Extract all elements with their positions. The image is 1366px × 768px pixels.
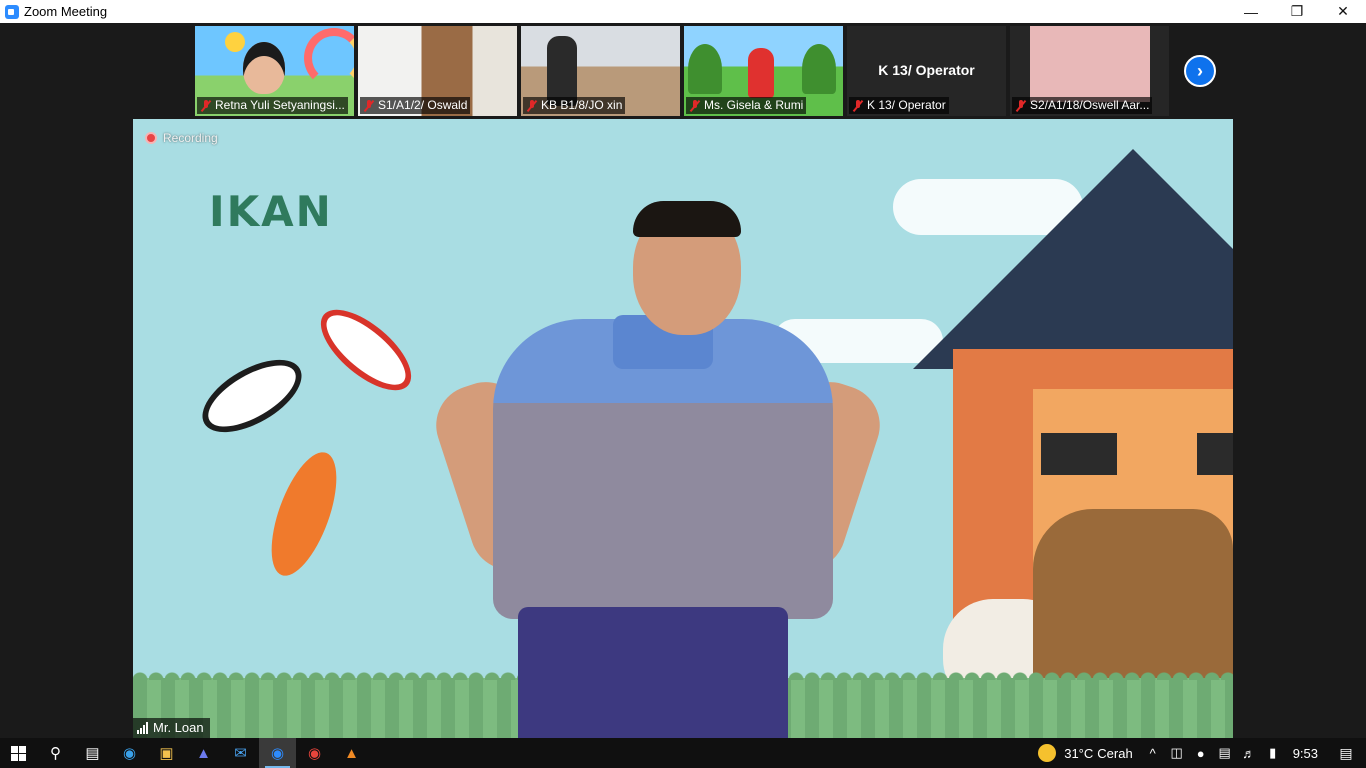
volume-icon[interactable]: ♬ — [1237, 746, 1261, 761]
file-explorer-button[interactable]: ▣ — [148, 738, 185, 768]
search-button[interactable]: ⚲ — [37, 738, 74, 768]
meeting-area: Retna Yuli Setyaningsi... S1/A1/2/ Oswal… — [0, 23, 1366, 738]
edge-icon: ◉ — [122, 745, 137, 762]
mic-muted-icon — [201, 99, 211, 112]
koi-fish-decoration — [190, 345, 314, 447]
windows-icon — [11, 745, 26, 761]
mic-muted-icon — [1016, 99, 1026, 112]
tree-decoration — [688, 44, 722, 94]
speaker-name: Mr. Loan — [153, 720, 204, 735]
participant-tile[interactable]: S2/A1/18/Oswell Aar... — [1010, 26, 1169, 116]
show-hidden-icons-button[interactable]: ^ — [1141, 746, 1165, 761]
speaker-hair — [633, 201, 741, 237]
participant-name-label: S1/A1/2/ Oswald — [360, 97, 471, 114]
participant-video — [748, 48, 774, 98]
next-page-button[interactable]: › — [1184, 55, 1216, 87]
zoom-taskbar-button[interactable]: ◉ — [259, 738, 296, 768]
slide-word: IKAN — [209, 187, 333, 236]
participant-tile[interactable]: Retna Yuli Setyaningsi... — [195, 26, 354, 116]
chrome-icon: ◉ — [307, 745, 322, 762]
edge-button[interactable]: ◉ — [111, 738, 148, 768]
participant-video — [547, 36, 577, 106]
app-icon: ▲ — [196, 744, 211, 762]
search-icon: ⚲ — [50, 745, 61, 762]
notification-icon[interactable]: ▤ — [1334, 745, 1358, 762]
clock[interactable]: 9:53 — [1293, 746, 1318, 761]
speaker-body — [518, 607, 788, 738]
task-view-icon: ▤ — [85, 745, 100, 762]
window-controls: — ❐ ✕ — [1228, 0, 1366, 23]
weather-condition[interactable]: Cerah — [1097, 746, 1132, 761]
zoom-app-icon — [5, 4, 19, 19]
app-button[interactable]: ▲ — [185, 738, 222, 768]
network-icon[interactable]: ▤ — [1213, 745, 1237, 761]
close-button[interactable]: ✕ — [1320, 0, 1366, 23]
participant-name-placeholder: K 13/ Operator — [878, 62, 975, 78]
participant-name: S1/A1/2/ Oswald — [378, 98, 468, 112]
speaker-name-label: Mr. Loan — [133, 718, 210, 738]
rainbow-decoration — [304, 28, 354, 88]
participant-strip: Retna Yuli Setyaningsi... S1/A1/2/ Oswal… — [195, 26, 1169, 116]
camera-icon[interactable]: ◫ — [1165, 745, 1189, 761]
participant-tile[interactable]: KB B1/8/JO xin — [521, 26, 680, 116]
vlc-button[interactable]: ▲ — [333, 738, 370, 768]
participant-name-label: Ms. Gisela & Rumi — [686, 97, 807, 114]
weather-sun-icon[interactable] — [1038, 744, 1057, 762]
restore-button[interactable]: ❐ — [1274, 0, 1320, 23]
minimize-button[interactable]: — — [1228, 0, 1274, 23]
participant-name: Retna Yuli Setyaningsi... — [215, 98, 345, 112]
koi-fish-decoration — [307, 295, 425, 405]
participant-tile[interactable]: S1/A1/2/ Oswald — [358, 26, 517, 116]
participant-tile[interactable]: Ms. Gisela & Rumi — [684, 26, 843, 116]
recording-icon — [145, 132, 157, 144]
start-button[interactable] — [0, 738, 37, 768]
window-title: Zoom Meeting — [24, 4, 108, 19]
tree-decoration — [802, 44, 836, 94]
mail-icon: ✉ — [234, 745, 247, 762]
mic-muted-icon — [690, 99, 700, 112]
microphone-icon[interactable]: ● — [1189, 746, 1213, 761]
zoom-icon: ◉ — [270, 745, 285, 762]
taskbar: ⚲ ▤ ◉ ▣ ▲ ✉ ◉ ◉ ▲ 31°C Cerah ^ ◫ ● ▤ ♬ ▮… — [0, 738, 1366, 768]
participant-name: K 13/ Operator — [867, 98, 946, 112]
mail-button[interactable]: ✉ — [222, 738, 259, 768]
orange-fish-decoration — [258, 444, 350, 584]
active-speaker-video[interactable]: IKAN Recording Mr. Loan — [133, 119, 1233, 738]
participant-name-label: S2/A1/18/Oswell Aar... — [1012, 97, 1153, 114]
recording-indicator[interactable]: Recording — [145, 131, 218, 145]
vlc-icon: ▲ — [344, 744, 359, 762]
mic-muted-icon — [853, 99, 863, 112]
participant-video — [1030, 26, 1150, 102]
sun-decoration — [225, 32, 245, 52]
mic-muted-icon — [364, 99, 374, 112]
participant-name: KB B1/8/JO xin — [541, 98, 623, 112]
title-bar: Zoom Meeting — ❐ ✕ — [0, 0, 1366, 23]
participant-name-label: Retna Yuli Setyaningsi... — [197, 97, 348, 114]
mic-muted-icon — [527, 99, 537, 112]
participant-video — [243, 42, 285, 94]
task-view-button[interactable]: ▤ — [74, 738, 111, 768]
signal-strength-icon — [137, 722, 148, 734]
participant-name: S2/A1/18/Oswell Aar... — [1030, 98, 1150, 112]
folder-icon: ▣ — [159, 745, 174, 762]
system-tray: 31°C Cerah ^ ◫ ● ▤ ♬ ▮ 9:53 ▤ — [1038, 738, 1366, 768]
participant-tile[interactable]: K 13/ Operator K 13/ Operator — [847, 26, 1006, 116]
participant-name-label: K 13/ Operator — [849, 97, 949, 114]
participant-name: Ms. Gisela & Rumi — [704, 98, 804, 112]
battery-icon[interactable]: ▮ — [1261, 745, 1285, 761]
chrome-button[interactable]: ◉ — [296, 738, 333, 768]
recording-label: Recording — [163, 131, 218, 145]
participant-name-label: KB B1/8/JO xin — [523, 97, 626, 114]
weather-temperature[interactable]: 31°C — [1064, 746, 1093, 761]
